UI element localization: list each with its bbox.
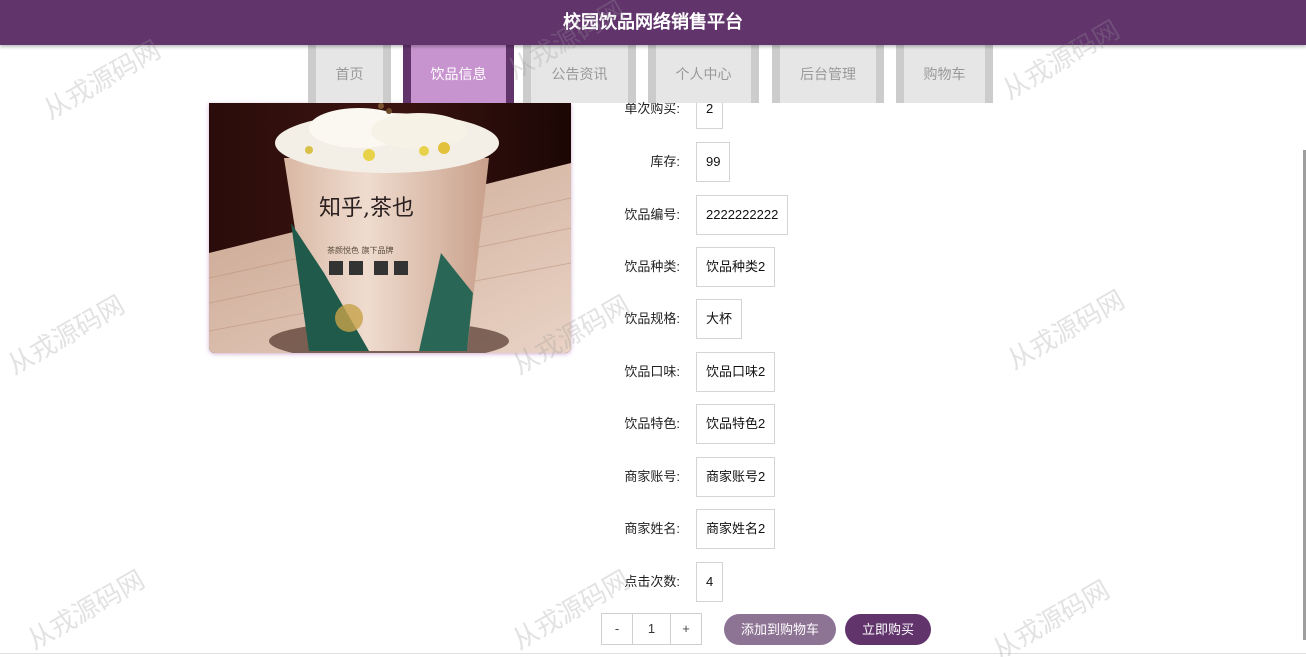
buy-now-button[interactable]: 立即购买 (845, 614, 931, 645)
nav-tab-personal-center[interactable]: 个人中心 (648, 45, 759, 103)
detail-label: 饮品口味: (624, 364, 680, 379)
quantity-increase-button[interactable]: + (671, 614, 701, 644)
nav-tab-drink-info[interactable]: 饮品信息 (403, 45, 514, 103)
detail-label: 商家账号: (624, 469, 680, 484)
watermark-text: 从戎源码网 (22, 565, 151, 657)
detail-label: 商家姓名: (624, 521, 680, 536)
nav-tab-announcements[interactable]: 公告资讯 (523, 45, 636, 103)
detail-value: 商家姓名2 (696, 509, 776, 549)
nav-tab-label: 购物车 (904, 45, 985, 103)
detail-label: 饮品特色: (624, 416, 680, 431)
watermark-text: 从戎源码网 (2, 290, 131, 382)
svg-text:知乎,茶也: 知乎,茶也 (319, 196, 414, 221)
nav-tab-label: 个人中心 (656, 45, 751, 103)
detail-value: 饮品种类2 (696, 247, 776, 287)
detail-label: 饮品编号: (624, 207, 680, 222)
main-nav: 首页 饮品信息 公告资讯 个人中心 后台管理 购物车 (0, 45, 1306, 103)
watermark-text: 从戎源码网 (1002, 285, 1131, 377)
nav-tab-label: 饮品信息 (411, 45, 506, 103)
detail-label: 库存: (650, 154, 680, 169)
nav-tab-home[interactable]: 首页 (308, 45, 391, 103)
drink-cup-image: 知乎,茶也 茶颜悦色 旗下品牌 (209, 103, 571, 353)
detail-value: 饮品特色2 (696, 404, 776, 444)
nav-tab-label: 公告资讯 (531, 45, 628, 103)
detail-value: 4 (696, 562, 724, 602)
detail-label: 点击次数: (624, 574, 680, 589)
detail-label: 饮品种类: (624, 259, 680, 274)
nav-tab-label: 后台管理 (780, 45, 876, 103)
page-divider (0, 653, 1306, 654)
add-to-cart-button[interactable]: 添加到购物车 (724, 614, 836, 645)
site-title: 校园饮品网络销售平台 (563, 12, 743, 32)
watermark-text: 从戎源码网 (987, 575, 1116, 657)
quantity-stepper: - 1 + (601, 613, 702, 645)
detail-label: 饮品规格: (624, 311, 680, 326)
svg-text:茶颜悦色 旗下品牌: 茶颜悦色 旗下品牌 (327, 245, 394, 255)
quantity-decrease-button[interactable]: - (602, 614, 632, 644)
nav-tab-label: 首页 (316, 45, 383, 103)
detail-value: 商家账号2 (696, 457, 776, 497)
detail-value: 99 (696, 142, 731, 182)
detail-value: 2222222222 (696, 195, 789, 235)
site-header: 校园饮品网络销售平台 (0, 0, 1306, 45)
detail-value: 大杯 (696, 299, 743, 339)
product-image: 知乎,茶也 茶颜悦色 旗下品牌 (209, 103, 571, 353)
nav-tab-cart[interactable]: 购物车 (896, 45, 993, 103)
nav-tab-admin[interactable]: 后台管理 (772, 45, 884, 103)
quantity-input[interactable]: 1 (632, 614, 671, 644)
detail-value: 饮品口味2 (696, 352, 776, 392)
